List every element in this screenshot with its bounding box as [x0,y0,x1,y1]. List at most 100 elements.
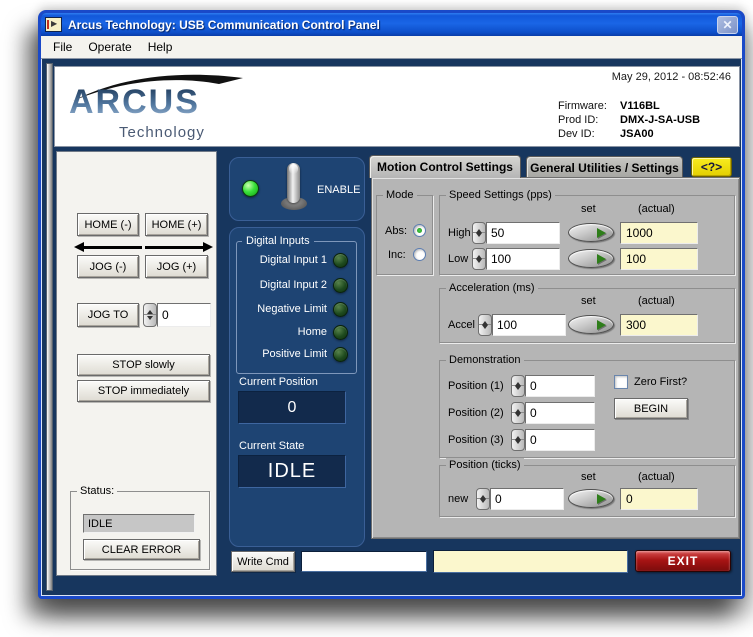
app-window: Arcus Technology: USB Communication Cont… [38,10,745,599]
ticks-set-label: set [581,471,596,483]
clear-error-button[interactable]: CLEAR ERROR [83,539,200,560]
prod-id-value: DMX-J-SA-USB [620,114,700,126]
status-group-label: Status: [77,484,117,498]
tab-motion-control-settings[interactable]: Motion Control Settings [369,155,521,178]
mode-group-label: Mode [383,188,417,202]
ticks-actual-label: (actual) [638,471,675,483]
home-led [333,325,348,340]
accel-field[interactable]: 100 [492,314,566,336]
dev-id-label: Dev ID: [558,128,620,140]
abs-mode-label: Abs: [385,225,407,237]
negative-limit-label: Negative Limit [239,303,327,315]
home-plus-button[interactable]: HOME (+) [145,213,208,236]
low-speed-actual-field: 100 [620,248,698,270]
arrow-right-icon [145,242,213,252]
menu-file[interactable]: File [45,37,80,57]
close-icon[interactable]: ✕ [717,16,738,34]
arrow-left-icon [74,242,142,252]
abs-mode-radio[interactable] [413,224,426,237]
high-speed-field[interactable]: 50 [486,222,560,244]
position-1-stepper[interactable] [511,375,525,397]
inc-mode-radio[interactable] [413,248,426,261]
new-position-label: new [448,493,468,505]
set-high-speed-button[interactable] [568,223,614,242]
stop-slowly-button[interactable]: STOP slowly [77,354,210,376]
digital-input-2-label: Digital Input 2 [239,279,327,291]
position-2-stepper[interactable] [511,402,525,424]
demonstration-label: Demonstration [446,353,524,367]
tab-help[interactable]: <?> [691,157,732,177]
low-speed-field[interactable]: 100 [486,248,560,270]
low-speed-stepper[interactable] [472,248,486,270]
low-speed-label: Low [448,253,468,265]
position-3-label: Position (3) [448,434,504,446]
digital-inputs-group: Digital Inputs Digital Input 1 Digital I… [236,241,357,374]
firmware-value: V116BL [620,100,700,112]
stop-immediately-button[interactable]: STOP immediately [77,380,210,402]
digital-input-1-led [333,253,348,268]
datetime-display: May 29, 2012 - 08:52:46 [612,71,731,83]
zero-first-checkbox[interactable] [614,375,628,389]
home-label: Home [239,326,327,338]
positive-limit-label: Positive Limit [239,348,327,360]
command-input-field[interactable] [301,551,427,572]
status-value-field: IDLE [83,514,195,533]
device-info: Firmware: V116BL Prod ID: DMX-J-SA-USB D… [558,100,700,140]
positive-limit-led [333,347,348,362]
labview-app-icon [45,17,62,32]
write-cmd-button[interactable]: Write Cmd [231,551,295,572]
high-speed-stepper[interactable] [472,222,486,244]
green-arrow-icon [597,494,606,504]
new-position-stepper[interactable] [476,488,490,510]
begin-button[interactable]: BEGIN [614,398,688,419]
accel-field-label: Accel [448,319,475,331]
current-position-label: Current Position [239,376,318,388]
negative-limit-led [333,302,348,317]
jog-to-value-field[interactable]: 0 [157,303,211,327]
dev-id-value: JSA00 [620,128,700,140]
position-actual-field: 0 [620,488,698,510]
accel-actual-field: 300 [620,314,698,336]
enable-led-indicator [242,180,259,197]
motion-control-settings-panel: Mode Abs: Inc: Speed Settings (pps) set … [371,177,740,539]
accel-stepper[interactable] [478,314,492,336]
menu-operate[interactable]: Operate [80,37,139,57]
set-low-speed-button[interactable] [568,249,614,268]
green-arrow-icon [597,320,606,330]
speed-settings-label: Speed Settings (pps) [446,188,555,202]
current-state-display: IDLE [238,455,346,488]
content-area: ARCUS Technology May 29, 2012 - 08:52:46… [41,59,742,596]
digital-inputs-title: Digital Inputs [242,234,314,248]
motion-buttons-panel: HOME (-) HOME (+) JOG (-) JOG (+) JOG TO… [56,151,217,576]
position-1-field[interactable]: 0 [525,375,595,397]
position-ticks-group: Position (ticks) set (actual) new 0 0 [439,465,735,517]
speed-settings-group: Speed Settings (pps) set (actual) High 5… [439,195,735,275]
exit-button[interactable]: EXIT [635,550,731,572]
acceleration-label: Acceleration (ms) [446,281,538,295]
menu-help[interactable]: Help [140,37,181,57]
current-position-display: 0 [238,391,346,424]
set-position-button[interactable] [568,489,614,508]
position-3-stepper[interactable] [511,429,525,451]
title-bar: Arcus Technology: USB Communication Cont… [41,13,742,36]
high-speed-label: High [448,227,471,239]
enable-toggle-switch[interactable] [279,163,309,213]
command-response-field [433,550,628,573]
high-speed-actual-field: 1000 [620,222,698,244]
jog-plus-button[interactable]: JOG (+) [145,255,208,278]
current-state-label: Current State [239,440,304,452]
jog-to-stepper[interactable] [143,303,157,327]
position-3-field[interactable]: 0 [525,429,595,451]
header-panel: ARCUS Technology May 29, 2012 - 08:52:46… [54,66,740,147]
enable-label: ENABLE [317,184,360,196]
position-ticks-label: Position (ticks) [446,458,524,472]
inc-mode-label: Inc: [388,249,406,261]
position-2-field[interactable]: 0 [525,402,595,424]
jog-minus-button[interactable]: JOG (-) [77,255,139,278]
tab-general-utilities-settings[interactable]: General Utilities / Settings [526,156,683,178]
new-position-field[interactable]: 0 [490,488,564,510]
jog-to-button[interactable]: JOG TO [77,303,139,327]
set-accel-button[interactable] [568,315,614,334]
zero-first-label: Zero First? [634,376,687,388]
home-minus-button[interactable]: HOME (-) [77,213,139,236]
